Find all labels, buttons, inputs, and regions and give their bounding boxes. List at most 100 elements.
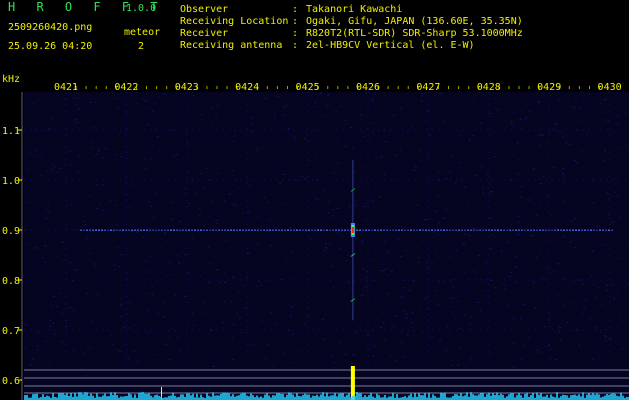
carrier-segment	[317, 229, 319, 231]
noise-dot	[120, 316, 123, 318]
noise-dot	[36, 154, 39, 156]
y-tick-label: 0.8	[2, 276, 20, 287]
meter-bar	[550, 394, 552, 400]
noise-dot	[74, 97, 77, 99]
noise-dot	[118, 266, 121, 268]
noise-dot	[455, 249, 458, 251]
noise-dot	[336, 232, 339, 234]
noise-dot	[155, 192, 158, 194]
noise-dot	[625, 121, 628, 123]
noise-dot	[105, 124, 108, 126]
carrier-segment	[440, 229, 442, 231]
noise-dot	[331, 209, 334, 211]
noise-dot	[625, 102, 628, 104]
noise-dot	[371, 200, 374, 201]
carrier-segment	[458, 229, 460, 231]
noise-dot	[472, 97, 475, 99]
noise-dot	[267, 344, 270, 346]
noise-dot	[539, 205, 542, 207]
noise-dot	[292, 334, 294, 336]
carrier-segment	[548, 229, 550, 231]
noise-dot	[348, 205, 351, 207]
meter-bar	[342, 393, 344, 400]
meter-bar	[110, 392, 112, 400]
noise-dot	[526, 199, 529, 201]
noise-dot	[589, 317, 592, 319]
noise-dot	[573, 330, 576, 332]
meter-bar	[288, 392, 290, 400]
noise-dot	[442, 348, 445, 350]
meter-bar	[92, 395, 94, 400]
noise-dot	[128, 327, 131, 329]
carrier-segment	[230, 229, 232, 231]
meter-bar	[354, 395, 356, 400]
meter-bar	[32, 394, 34, 400]
noise-dot	[489, 352, 492, 354]
noise-dot	[332, 172, 335, 174]
noise-dot	[125, 111, 128, 113]
noise-dot	[192, 95, 195, 97]
noise-dot	[426, 219, 428, 220]
noise-dot	[293, 135, 296, 137]
carrier-segment	[101, 229, 103, 231]
meter-bar	[360, 393, 362, 400]
carrier-segment	[380, 229, 382, 231]
noise-dot	[592, 358, 595, 360]
noise-dot	[247, 212, 250, 214]
meter-bar	[206, 392, 208, 400]
noise-dot	[576, 162, 578, 164]
noise-dot	[225, 239, 228, 241]
noise-dot	[147, 124, 149, 126]
noise-dot	[193, 324, 195, 326]
noise-dot	[27, 103, 30, 105]
noise-dot	[534, 307, 537, 309]
noise-dot	[420, 100, 423, 102]
noise-dot	[128, 206, 131, 208]
carrier-segment	[572, 229, 574, 231]
carrier-segment	[524, 229, 526, 231]
meter-bar	[422, 395, 424, 400]
meter-bar	[500, 393, 502, 400]
noise-dot	[591, 250, 594, 252]
carrier-segment	[335, 229, 337, 231]
carrier-segment	[425, 229, 427, 231]
y-tick-label: 0.7	[2, 326, 20, 337]
noise-dot	[74, 228, 77, 230]
carrier-segment	[344, 229, 346, 231]
noise-dot	[331, 265, 334, 267]
noise-dot	[148, 269, 151, 271]
meter-bar	[190, 395, 192, 400]
meter-bar	[146, 393, 148, 400]
noise-dot	[339, 248, 342, 250]
noise-dot	[331, 215, 334, 217]
noise-dot	[323, 249, 326, 251]
meter-bar	[356, 392, 358, 400]
carrier-segment	[89, 229, 91, 231]
noise-dot	[124, 193, 127, 195]
echo-core	[351, 227, 354, 233]
carrier-segment	[383, 229, 385, 231]
noise-dot	[26, 169, 28, 171]
noise-dot	[320, 92, 322, 94]
meter-bar	[64, 394, 66, 400]
noise-dot	[616, 195, 619, 197]
x-tick-label: 0430	[598, 82, 622, 93]
noise-dot	[239, 317, 241, 319]
noise-dot	[289, 315, 292, 317]
noise-dot	[260, 320, 263, 322]
noise-dot	[390, 270, 393, 272]
noise-dot	[537, 351, 540, 353]
meter-bar	[564, 395, 566, 400]
meter-bar	[516, 395, 518, 400]
noise-dot	[55, 255, 58, 257]
meter-bar	[312, 395, 314, 400]
noise-dot	[199, 214, 202, 216]
carrier-segment	[359, 229, 361, 231]
noise-dot	[573, 107, 576, 109]
carrier-segment	[224, 229, 226, 231]
noise-dot	[528, 111, 531, 113]
carrier-segment	[551, 229, 553, 231]
noise-dot	[255, 147, 258, 149]
noise-dot	[210, 107, 213, 109]
noise-dot	[468, 235, 471, 237]
